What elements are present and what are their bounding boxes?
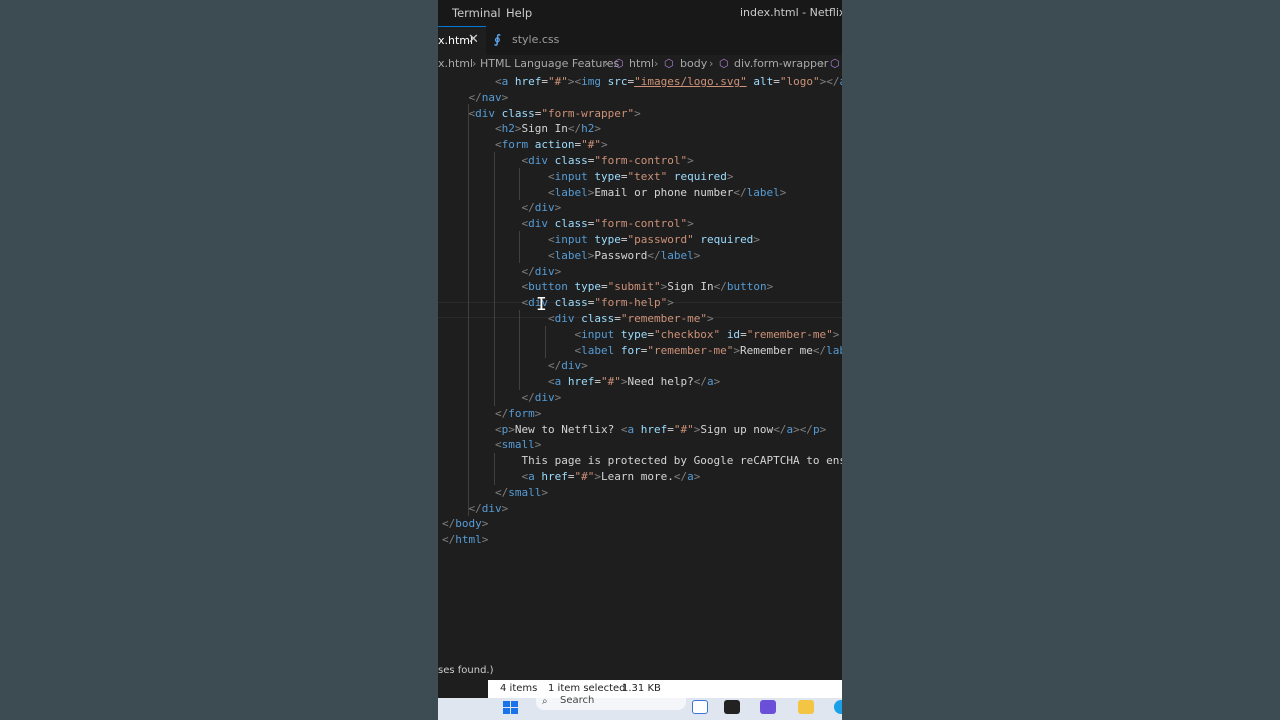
breadcrumb: x.html › HTML Language Features › ⬡ html… <box>438 55 842 73</box>
code-line[interactable]: <input type="password" required> <box>442 232 760 248</box>
code-line[interactable]: </html> <box>442 532 488 548</box>
terminal-app-icon[interactable] <box>724 700 740 714</box>
editor-tabs: x.html ✕ ∮ style.css <box>438 26 842 55</box>
code-line[interactable]: </div> <box>442 390 561 406</box>
tab-index-html[interactable]: x.html ✕ <box>438 26 486 55</box>
css-icon: ∮ <box>494 32 501 46</box>
code-line[interactable]: This page is protected by Google reCAPTC… <box>442 453 842 469</box>
taskbar: ⌕ Search <box>438 695 842 720</box>
breadcrumb-item[interactable]: div.form-wrapper <box>734 57 828 70</box>
chevron-right-icon: › <box>472 57 477 70</box>
symbol-icon: ⬡ <box>830 57 840 70</box>
taskbar-search[interactable]: ⌕ Search <box>536 695 686 710</box>
items-count: 4 items <box>500 683 538 694</box>
code-line[interactable]: <div class="form-help"> <box>442 295 673 311</box>
breadcrumb-item[interactable]: html <box>629 57 654 70</box>
code-line[interactable]: </div> <box>442 501 509 517</box>
code-editor[interactable]: <a href="#"><img src="images/logo.svg" a… <box>438 73 842 593</box>
code-line[interactable]: <label>Password</label> <box>442 248 700 264</box>
breadcrumb-item[interactable]: HTML Language Features <box>480 57 619 70</box>
chevron-right-icon: › <box>820 57 825 70</box>
code-line[interactable]: <div class="form-control"> <box>442 153 693 169</box>
vscode-window: Terminal Help index.html - Netflix Log x… <box>438 0 842 720</box>
code-line[interactable]: </div> <box>442 358 588 374</box>
chevron-right-icon: › <box>709 57 714 70</box>
code-line[interactable]: </form> <box>442 406 541 422</box>
text-cursor-icon: I <box>536 294 547 315</box>
symbol-icon: ⬡ <box>614 57 624 70</box>
code-line[interactable]: <h2>Sign In</h2> <box>442 121 601 137</box>
search-icon: ⌕ <box>542 696 548 707</box>
chevron-right-icon: › <box>654 57 659 70</box>
code-line[interactable]: </div> <box>442 264 561 280</box>
code-line[interactable]: <div class="form-wrapper"> <box>442 106 641 122</box>
code-line[interactable]: <p>New to Netflix? <a href="#">Sign up n… <box>442 422 826 438</box>
teams-icon[interactable] <box>760 700 776 714</box>
tab-label: style.css <box>512 33 560 46</box>
problems-status: ses found.) <box>438 664 842 680</box>
copilot-icon[interactable] <box>692 700 708 714</box>
code-line[interactable]: <a href="#">Learn more.</a> <box>442 469 700 485</box>
code-line[interactable]: <a href="#">Need help?</a> <box>442 374 720 390</box>
code-line[interactable]: <input type="text" required> <box>442 169 733 185</box>
selection-count: 1 item selected <box>548 683 626 694</box>
code-line[interactable]: </div> <box>442 200 561 216</box>
menu-terminal[interactable]: Terminal <box>452 6 501 20</box>
tab-style-css[interactable]: ∮ style.css <box>486 26 566 55</box>
code-line[interactable]: <label for="remember-me">Remember me</la… <box>442 343 842 359</box>
symbol-icon: ⬡ <box>719 57 729 70</box>
code-line[interactable]: <input type="checkbox" id="remember-me"> <box>442 327 839 343</box>
chevron-right-icon: › <box>604 57 609 70</box>
code-line[interactable]: <button type="submit">Sign In</button> <box>442 279 773 295</box>
breadcrumb-file[interactable]: x.html <box>438 57 473 70</box>
menu-help[interactable]: Help <box>506 6 532 20</box>
symbol-icon: ⬡ <box>664 57 674 70</box>
code-line[interactable]: <label>Email or phone number</label> <box>442 185 786 201</box>
code-line[interactable]: </small> <box>442 485 548 501</box>
code-line[interactable]: </body> <box>442 516 488 532</box>
code-line[interactable]: <div class="remember-me"> <box>442 311 714 327</box>
code-line[interactable]: <a href="#"><img src="images/logo.svg" a… <box>442 74 842 90</box>
close-icon[interactable]: ✕ <box>468 32 479 47</box>
selection-size: 1.31 KB <box>622 683 661 694</box>
window-title: index.html - Netflix Log <box>740 6 842 19</box>
menu-bar: Terminal Help index.html - Netflix Log <box>438 0 842 26</box>
search-placeholder: Search <box>560 695 595 706</box>
code-line[interactable]: <small> <box>442 437 541 453</box>
code-line[interactable]: <div class="form-control"> <box>442 216 693 232</box>
breadcrumb-item[interactable]: body <box>680 57 707 70</box>
code-line[interactable]: <form action="#"> <box>442 137 608 153</box>
edge-icon[interactable] <box>834 700 842 714</box>
file-explorer-icon[interactable] <box>798 700 814 714</box>
code-line[interactable]: </nav> <box>442 90 509 106</box>
windows-start-icon[interactable] <box>502 700 520 716</box>
problems-text: ses found.) <box>438 665 494 676</box>
